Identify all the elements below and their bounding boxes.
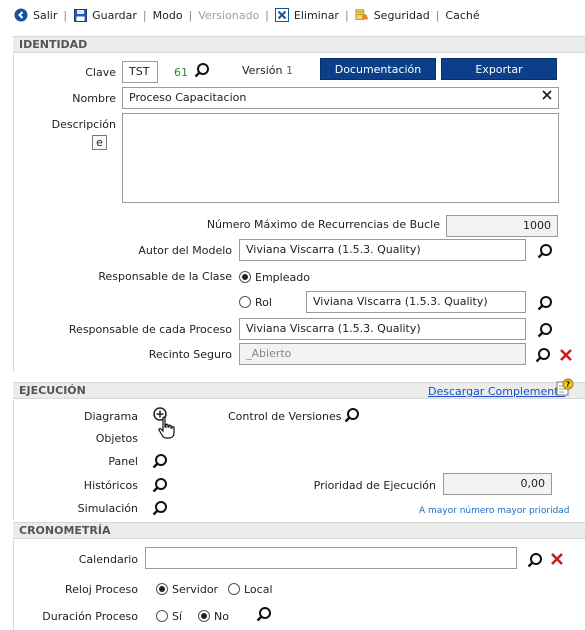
guardar-label: Guardar bbox=[92, 8, 137, 22]
nombre-input[interactable]: Proceso Capacitacion bbox=[122, 87, 559, 109]
version-value: 1 bbox=[286, 64, 293, 77]
identidad-section-header: IDENTIDAD bbox=[13, 36, 585, 53]
reloj-label: Reloj Proceso bbox=[65, 583, 138, 596]
prioridad-input[interactable]: 0,00 bbox=[443, 473, 552, 495]
salir-button[interactable]: Salir bbox=[14, 5, 57, 25]
max-recurrencias-input[interactable]: 1000 bbox=[446, 215, 558, 237]
exportar-button[interactable]: Exportar bbox=[441, 58, 557, 80]
panel-search-icon[interactable] bbox=[152, 453, 168, 469]
autor-search-icon[interactable] bbox=[537, 243, 553, 259]
clear-x-icon[interactable] bbox=[541, 89, 553, 105]
local-radio[interactable] bbox=[228, 583, 240, 595]
rol-radio[interactable] bbox=[239, 296, 251, 308]
nombre-label: Nombre bbox=[72, 92, 116, 105]
modo-label: Modo bbox=[152, 8, 183, 22]
descripcion-label: Descripción bbox=[51, 118, 116, 131]
no-radio[interactable] bbox=[198, 610, 210, 622]
toolbar: Salir | Guardar | Modo | Versionado | El… bbox=[0, 0, 585, 30]
toolbar-separator: | bbox=[63, 8, 68, 22]
responsable-proceso-search-icon[interactable] bbox=[537, 322, 553, 338]
delete-x-icon bbox=[274, 8, 289, 22]
recinto-remove-red-x-icon[interactable] bbox=[559, 348, 573, 362]
guardar-button[interactable]: Guardar bbox=[73, 5, 137, 25]
versionado-button[interactable]: Versionado bbox=[198, 5, 259, 25]
responsable-proceso-input[interactable]: Viviana Viscarra (1.5.3. Quality) bbox=[239, 318, 526, 340]
rol-input[interactable]: Viviana Viscarra (1.5.3. Quality) bbox=[306, 291, 526, 313]
si-radio[interactable] bbox=[156, 610, 168, 622]
simulacion-label: Simulación bbox=[77, 502, 138, 515]
seguridad-label: Seguridad bbox=[373, 8, 430, 22]
cache-label: Caché bbox=[445, 8, 480, 22]
clave-number: 61 bbox=[174, 66, 188, 79]
edit-e-icon[interactable]: e bbox=[92, 135, 107, 150]
clave-label: Clave bbox=[85, 66, 116, 79]
version-label: Versión bbox=[242, 64, 283, 77]
empleado-label: Empleado bbox=[255, 271, 310, 284]
security-keys-icon bbox=[355, 8, 369, 22]
salir-label: Salir bbox=[33, 8, 58, 22]
calendario-search-icon[interactable] bbox=[527, 552, 543, 568]
toolbar-separator: | bbox=[142, 8, 147, 22]
historicos-search-icon[interactable] bbox=[152, 477, 168, 493]
empleado-radio[interactable] bbox=[239, 271, 251, 283]
no-label: No bbox=[214, 610, 229, 623]
rol-label: Rol bbox=[255, 296, 272, 309]
si-label: Sí bbox=[172, 610, 183, 623]
versionado-label: Versionado bbox=[198, 8, 260, 22]
toolbar-separator: | bbox=[344, 8, 349, 22]
duracion-label: Duración Proceso bbox=[42, 610, 138, 623]
svg-text:?: ? bbox=[566, 380, 571, 389]
descargar-complemento-link[interactable]: Descargar Complemento bbox=[428, 385, 565, 398]
autor-label: Autor del Modelo bbox=[138, 244, 232, 257]
hand-cursor-icon bbox=[156, 416, 178, 440]
recinto-search-icon[interactable] bbox=[535, 347, 551, 363]
cache-button[interactable]: Caché bbox=[445, 5, 479, 25]
prioridad-label: Prioridad de Ejecución bbox=[313, 479, 436, 492]
objetos-label: Objetos bbox=[95, 432, 138, 445]
documentacion-button[interactable]: Documentación bbox=[320, 58, 436, 80]
calendario-label: Calendario bbox=[78, 553, 138, 566]
recinto-input[interactable]: _Abierto bbox=[239, 343, 526, 365]
recinto-label: Recinto Seguro bbox=[148, 348, 232, 361]
control-versiones-search-icon[interactable] bbox=[344, 407, 360, 423]
responsable-proceso-label: Responsable de cada Proceso bbox=[68, 323, 232, 336]
duracion-search-icon[interactable] bbox=[256, 606, 272, 622]
panel-label: Panel bbox=[108, 455, 138, 468]
servidor-radio[interactable] bbox=[156, 583, 168, 595]
toolbar-separator: | bbox=[188, 8, 193, 22]
seguridad-button[interactable]: Seguridad bbox=[355, 5, 430, 25]
clave-input[interactable]: TST bbox=[122, 61, 158, 83]
control-versiones-label: Control de Versiones bbox=[228, 410, 342, 423]
eliminar-label: Eliminar bbox=[293, 8, 339, 22]
floppy-icon bbox=[73, 8, 87, 22]
calendario-input[interactable] bbox=[145, 547, 517, 569]
descripcion-textarea[interactable] bbox=[122, 113, 559, 203]
toolbar-separator: | bbox=[265, 8, 269, 22]
toolbar-separator: | bbox=[435, 8, 440, 22]
rol-search-icon[interactable] bbox=[537, 295, 553, 311]
servidor-label: Servidor bbox=[172, 583, 219, 596]
prioridad-hint: A mayor número mayor prioridad bbox=[419, 506, 570, 516]
simulacion-search-icon[interactable] bbox=[152, 500, 168, 516]
responsable-clase-label: Responsable de la Clase bbox=[98, 270, 232, 283]
diagrama-label: Diagrama bbox=[84, 410, 138, 423]
clave-search-icon[interactable] bbox=[194, 62, 210, 78]
calendario-remove-red-x-icon[interactable] bbox=[550, 552, 564, 566]
modo-button[interactable]: Modo bbox=[153, 5, 183, 25]
circle-arrow-icon bbox=[14, 8, 28, 22]
max-recurrencias-label: Número Máximo de Recurrencias de Bucle bbox=[206, 218, 440, 231]
help-document-icon[interactable]: ? bbox=[556, 378, 574, 396]
local-label: Local bbox=[244, 583, 273, 596]
historicos-label: Históricos bbox=[83, 479, 138, 492]
eliminar-button[interactable]: Eliminar bbox=[274, 5, 339, 25]
cronometria-section-header: CRONOMETRÍA bbox=[13, 522, 585, 539]
autor-input[interactable]: Viviana Viscarra (1.5.3. Quality) bbox=[239, 239, 526, 261]
